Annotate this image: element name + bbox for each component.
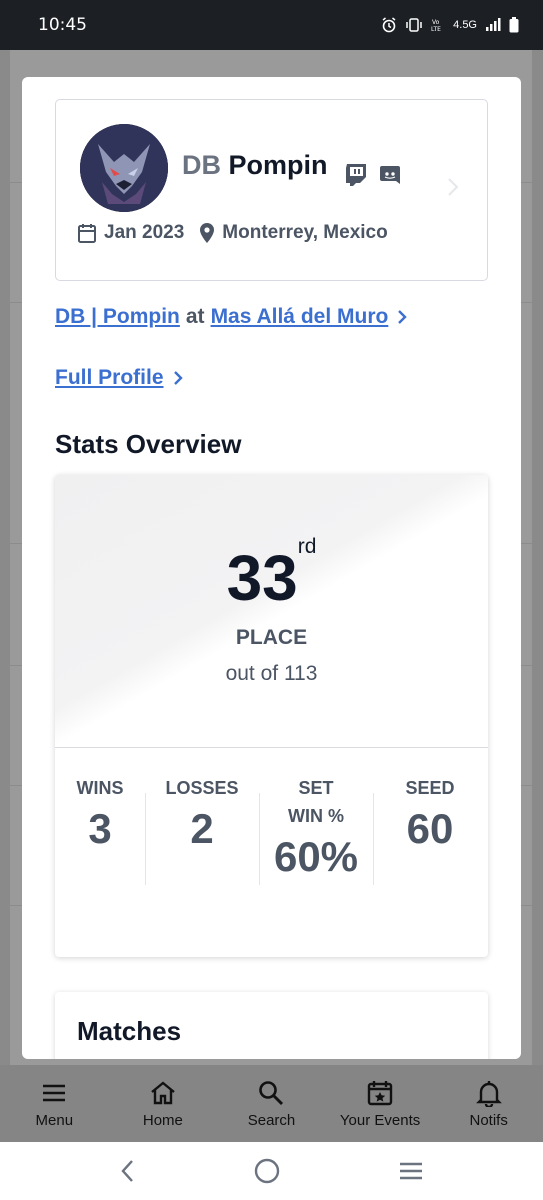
placement-suffix: rd [297, 535, 317, 558]
event-link[interactable]: Mas Allá del Muro [211, 305, 389, 329]
stat-value: 60% [273, 832, 359, 880]
stat-set-win-percent: SET WIN % 60% [259, 775, 373, 885]
twitch-icon[interactable] [344, 162, 368, 186]
profile-meta: Jan 2023 Monterrey, Mexico [78, 222, 388, 244]
profile-card[interactable]: DB Pompin Jan 2023 Monterrey, Mexico [55, 99, 488, 281]
svg-text:Vo: Vo [432, 19, 440, 26]
stats-card: 33rd PLACE out of 113 WINS 3 LOSSES 2 SE… [55, 475, 488, 957]
stat-wins: WINS 3 [55, 775, 145, 881]
status-icons: Vo LTE 4.5G [381, 17, 519, 33]
stats-overview-title: Stats Overview [55, 429, 242, 459]
placement-out-of: out of 113 [225, 662, 318, 685]
calendar-star-icon [367, 1081, 393, 1106]
nav-label: Search [247, 1112, 296, 1129]
discord-icon[interactable] [378, 162, 402, 186]
nav-label: Notifs [469, 1112, 508, 1129]
matches-card: Matches [55, 992, 488, 1059]
svg-text:LTE: LTE [431, 26, 441, 32]
battery-icon [509, 17, 519, 33]
nav-home[interactable]: Home [109, 1065, 218, 1142]
bell-icon [475, 1081, 502, 1107]
back-icon[interactable] [118, 1158, 138, 1184]
home-icon [151, 1081, 175, 1105]
full-profile-link-row: Full Profile [55, 366, 184, 390]
alarm-icon [382, 17, 396, 33]
stat-label: WINS [76, 778, 124, 798]
player-name: DB Pompin [182, 150, 328, 181]
nav-menu[interactable]: Menu [0, 1065, 109, 1142]
avatar [80, 124, 168, 212]
calendar-icon [78, 224, 96, 243]
search-icon [259, 1081, 284, 1106]
volte-icon: VoLTE [431, 19, 441, 32]
chevron-right-icon [173, 371, 183, 385]
stat-seed: SEED 60 [373, 775, 487, 885]
location-pin-icon [200, 223, 215, 243]
nav-label: Home [142, 1112, 183, 1129]
stat-losses: LOSSES 2 [145, 775, 259, 885]
placement-value: 33 [226, 542, 298, 614]
stat-label: SEED [405, 778, 455, 798]
placement-label: PLACE [235, 626, 308, 649]
home-circle-icon[interactable] [253, 1157, 281, 1185]
player-modal: DB Pompin Jan 2023 Monterrey, Mexico DB … [22, 77, 521, 1059]
at-text: at [185, 305, 205, 328]
system-nav [0, 1142, 543, 1200]
entrant-link[interactable]: DB | Pompin [55, 305, 180, 329]
stat-label: SET WIN % [288, 778, 344, 826]
player-sponsor-prefix: DB [182, 150, 221, 180]
menu-icon [43, 1084, 66, 1102]
joined-date: Jan 2023 [104, 222, 185, 243]
status-bar: 10:45 Vo LTE 4.5G [0, 0, 543, 50]
chevron-right-icon [448, 178, 459, 196]
stat-value: 3 [88, 804, 112, 852]
nav-label: Your Events [339, 1112, 421, 1129]
player-location: Monterrey, Mexico [222, 222, 388, 243]
stat-columns: WINS 3 LOSSES 2 SET WIN % 60% SEED 60 [55, 775, 488, 885]
stat-label: LOSSES [165, 778, 239, 798]
stat-value: 60 [406, 804, 454, 852]
placement-number: 33rd [55, 535, 488, 615]
status-time: 10:45 [38, 15, 87, 35]
recents-icon[interactable] [397, 1159, 425, 1183]
event-entrant-link-row: DB | Pompin at Mas Allá del Muro [55, 305, 408, 329]
nav-your-events[interactable]: Your Events [326, 1065, 435, 1142]
placement-panel: 33rd PLACE out of 113 [55, 475, 488, 748]
signal-icon [486, 18, 501, 31]
vibrate-icon [406, 18, 422, 32]
chevron-right-icon [398, 310, 408, 324]
network-type: 4.5G [453, 19, 477, 31]
stat-value: 2 [190, 804, 214, 852]
matches-title: Matches [77, 1016, 182, 1046]
bottom-nav: Menu Home Search Your Events Notifs [0, 1065, 543, 1142]
full-profile-link[interactable]: Full Profile [55, 366, 164, 390]
social-links [344, 162, 402, 186]
nav-search[interactable]: Search [217, 1065, 326, 1142]
nav-label: Menu [35, 1112, 74, 1129]
player-gamertag: Pompin [228, 150, 328, 180]
nav-notifs[interactable]: Notifs [434, 1065, 543, 1142]
